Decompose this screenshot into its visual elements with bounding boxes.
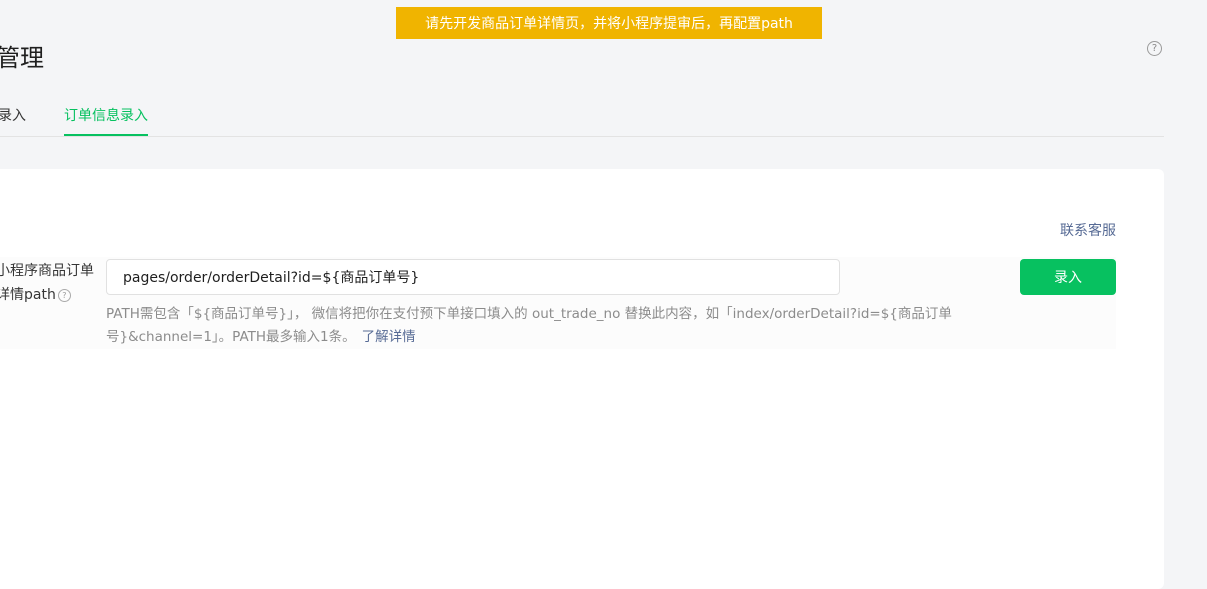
- path-field-label-line2: 详情path: [0, 287, 56, 303]
- tab-entry[interactable]: 录入: [0, 105, 26, 136]
- learn-more-link[interactable]: 了解详情: [362, 329, 416, 345]
- field-help-icon[interactable]: ?: [57, 289, 71, 302]
- tab-divider: [0, 136, 1164, 137]
- submit-button[interactable]: 录入: [1020, 259, 1116, 295]
- path-tip-text: PATH需包含「${商品订单号}」， 微信将把你在支付预下单接口填入的 out_…: [106, 306, 952, 345]
- help-icon[interactable]: ?: [1147, 41, 1162, 56]
- path-field-label-line1: 小程序商品订单: [0, 263, 94, 279]
- page-title: 管理: [0, 44, 44, 72]
- path-field-label: 小程序商品订单 详情path?: [0, 259, 96, 307]
- path-input[interactable]: [106, 259, 840, 295]
- tab-order-info-entry[interactable]: 订单信息录入: [64, 105, 148, 136]
- contact-support-link[interactable]: 联系客服: [1060, 220, 1116, 240]
- path-tip: PATH需包含「${商品订单号}」， 微信将把你在支付预下单接口填入的 out_…: [106, 303, 986, 349]
- form-card: [0, 169, 1164, 589]
- warning-banner: 请先开发商品订单详情页，并将小程序提审后，再配置path: [396, 7, 822, 39]
